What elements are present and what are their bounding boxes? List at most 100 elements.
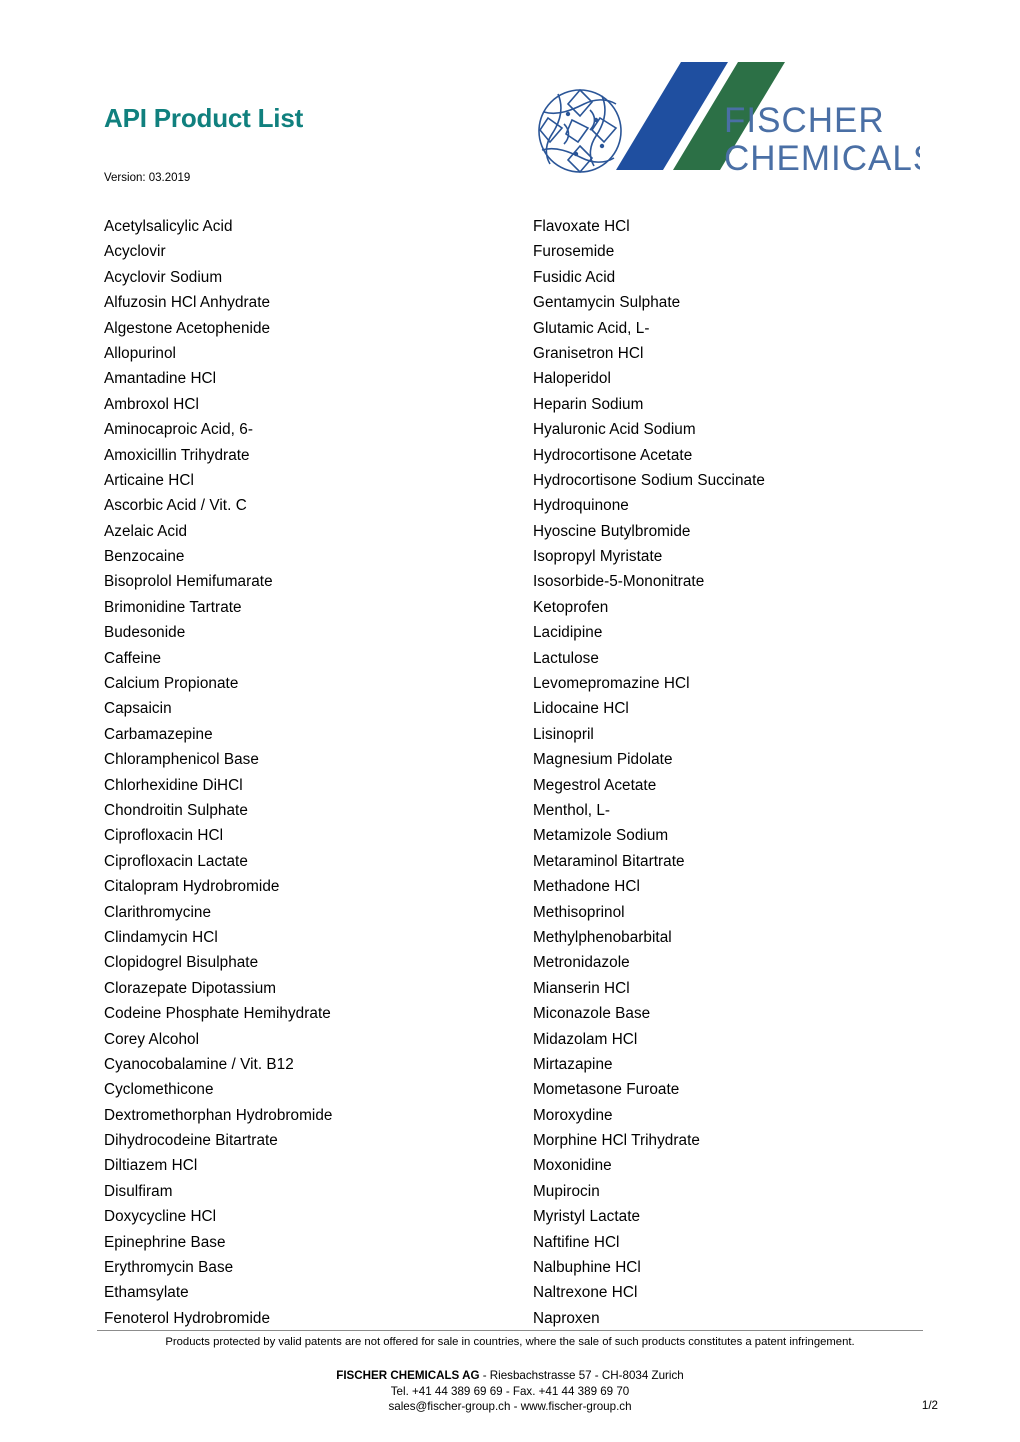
product-list-item: Azelaic Acid	[104, 522, 188, 540]
product-list-item: Menthol, L-	[533, 801, 611, 819]
product-list-item: Lactulose	[533, 649, 599, 667]
product-list-item: Chlorhexidine DiHCl	[104, 776, 243, 794]
product-list-item: Methadone HCl	[533, 878, 640, 896]
product-list-item: Isopropyl Myristate	[533, 548, 663, 566]
document-page: API Product List Version: 03.2019 FISCHE…	[0, 0, 1020, 1442]
footer-company-line: FISCHER CHEMICALS AG - Riesbachstrasse 5…	[0, 1368, 1020, 1384]
footer-company-address: - Riesbachstrasse 57 - CH-8034 Zurich	[479, 1369, 684, 1382]
product-list-item: Hydrocortisone Sodium Succinate	[533, 471, 765, 489]
product-list-item: Cyclomethicone	[104, 1081, 214, 1099]
product-list-item: Doxycycline HCl	[104, 1208, 217, 1226]
product-list-item: Granisetron HCl	[533, 344, 644, 362]
product-list-item: Ambroxol HCl	[104, 395, 199, 413]
product-list-item: Metronidazole	[533, 954, 630, 972]
product-list-item: Methisoprinol	[533, 903, 625, 921]
footer-contact-line: sales@fischer-group.ch - www.fischer-gro…	[388, 1400, 632, 1413]
product-list-item: Ketoprofen	[533, 598, 609, 616]
footer-company-block: FISCHER CHEMICALS AG - Riesbachstrasse 5…	[0, 1368, 1020, 1415]
product-column-left: Acetylsalicylic Acid Acyclovir Acyclovir S…	[104, 214, 524, 1331]
footer-phone-line: Tel. +41 44 389 69 69 - Fax. +41 44 389 …	[390, 1384, 630, 1398]
product-list-item: Metaraminol Bitartrate	[533, 852, 685, 870]
product-list-item: Mirtazapine	[533, 1055, 613, 1073]
product-list-item: Diltiazem HCl	[104, 1157, 198, 1175]
product-list-item: Lacidipine	[533, 624, 603, 642]
product-list-item: Acetylsalicylic Acid	[104, 218, 233, 235]
product-list-item: Hyoscine Butylbromide	[533, 522, 691, 540]
product-list-item: Hyaluronic Acid Sodium	[533, 421, 696, 439]
product-list-item: Allopurinol	[104, 344, 176, 362]
product-list-item: Megestrol Acetate	[533, 776, 657, 794]
product-list-item: Clindamycin HCl	[104, 928, 218, 946]
product-list-item: Naproxen	[533, 1309, 600, 1327]
product-list-item: Morphine HCl Trihydrate	[533, 1132, 700, 1150]
product-list-item: Ciprofloxacin HCl	[104, 827, 224, 845]
version-label: Version: 03.2019	[104, 172, 191, 184]
product-list-item: Myristyl Lactate	[533, 1208, 641, 1226]
product-list-item: Metamizole Sodium	[533, 827, 669, 845]
product-list-item: Moroxydine	[533, 1106, 613, 1124]
product-list-item: Naftifine HCl	[533, 1233, 620, 1251]
product-list-item: Cyanocobalamine / Vit. B12	[104, 1055, 294, 1073]
product-list-item: Levomepromazine HCl	[533, 675, 690, 693]
product-list-item: Isosorbide-5-Mononitrate	[533, 573, 705, 591]
product-list-item: Algestone Acetophenide	[104, 319, 271, 337]
product-list-item: Magnesium Pidolate	[533, 751, 673, 769]
product-list-item: Codeine Phosphate Hemihydrate	[104, 1005, 331, 1023]
product-list-item: Dextromethorphan Hydrobromide	[104, 1106, 333, 1124]
product-list-item: Citalopram Hydrobromide	[104, 878, 280, 896]
footer-divider	[97, 1330, 923, 1331]
product-list-item: Erythromycin Base	[104, 1259, 234, 1277]
product-list-item: Ascorbic Acid / Vit. C	[104, 497, 247, 515]
product-list-item: Benzocaine	[104, 548, 185, 566]
company-logo: FISCHER CHEMICALS AG	[528, 58, 920, 183]
product-list-item: Mometasone Furoate	[533, 1081, 680, 1099]
product-list-item: Calcium Propionate	[104, 675, 239, 693]
product-list-item: Bisoprolol Hemifumarate	[104, 573, 273, 591]
product-list-item: Budesonide	[104, 624, 186, 642]
product-list-item: Chondroitin Sulphate	[104, 801, 248, 819]
product-list-item: Nalbuphine HCl	[533, 1259, 641, 1277]
product-list-item: Glutamic Acid, L-	[533, 319, 650, 337]
product-list-item: Caffeine	[104, 649, 162, 667]
product-list-item: Ciprofloxacin Lactate	[104, 852, 248, 870]
product-list-item: Ethamsylate	[104, 1284, 189, 1302]
page-number: 1/2	[921, 1399, 938, 1412]
product-list-item: Carbamazepine	[104, 725, 213, 743]
product-list-item: Mianserin HCl	[533, 979, 630, 997]
patent-disclaimer: Products protected by valid patents are …	[165, 1336, 855, 1348]
product-list-item: Acyclovir Sodium	[104, 268, 223, 286]
fish-circle-emblem-graphic	[538, 88, 622, 174]
product-list-item: Midazolam HCl	[533, 1030, 638, 1048]
product-list-item: Articaine HCl	[104, 471, 194, 489]
product-list-item: Methylphenobarbital	[533, 928, 672, 946]
product-list-item: Naltrexone HCl	[533, 1284, 638, 1302]
product-list-item: Disulfiram	[104, 1182, 173, 1200]
product-list-item: Capsaicin	[104, 700, 172, 718]
product-list-item: Amoxicillin Trihydrate	[104, 446, 250, 464]
product-list-item: Clopidogrel Bisulphate	[104, 954, 259, 972]
product-column-right: Flavoxate HCl Furosemide Fusidic Acid Genta…	[533, 214, 963, 1331]
product-list-item: Mupirocin	[533, 1182, 600, 1200]
product-list-item: Heparin Sodium	[533, 395, 644, 413]
product-list-item: Hydroquinone	[533, 497, 629, 515]
product-list-item: Brimonidine Tartrate	[104, 598, 242, 616]
product-list-item: Moxonidine	[533, 1157, 612, 1175]
product-list-item: Haloperidol	[533, 370, 611, 388]
logo-wordmark-line2: CHEMICALS AG	[724, 139, 920, 178]
product-list-item: Furosemide	[533, 243, 615, 261]
product-list-item: Lidocaine HCl	[533, 700, 629, 718]
product-list-item: Aminocaproic Acid, 6-	[104, 421, 253, 439]
product-list-item: Fusidic Acid	[533, 268, 616, 286]
product-list-item: Lisinopril	[533, 725, 594, 743]
product-list-item: Alfuzosin HCl Anhydrate	[104, 294, 271, 312]
product-list-item: Clorazepate Dipotassium	[104, 979, 277, 997]
product-list-item: Amantadine HCl	[104, 370, 217, 388]
product-list-item: Clarithromycine	[104, 903, 212, 921]
product-list-item: Flavoxate HCl	[533, 218, 630, 235]
product-list-item: Dihydrocodeine Bitartrate	[104, 1132, 278, 1150]
product-list-item: Fenoterol Hydrobromide	[104, 1309, 271, 1327]
page-title: API Product List	[104, 103, 304, 133]
product-list-item: Gentamycin Sulphate	[533, 294, 681, 312]
product-list-item: Miconazole Base	[533, 1005, 651, 1023]
product-list-item: Acyclovir	[104, 243, 166, 261]
